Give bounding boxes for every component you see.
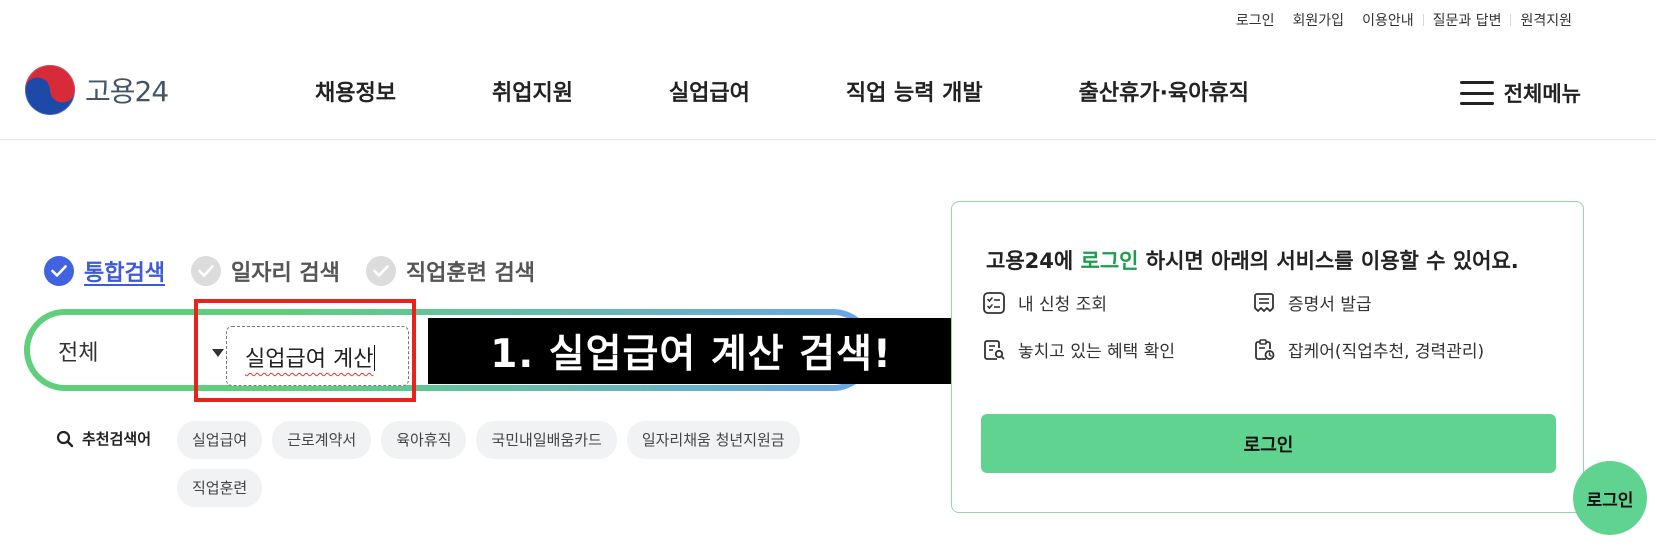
search-input[interactable]: 실업급여 계산	[226, 326, 409, 386]
site-header: 고용24 채용정보 취업지원 실업급여 직업 능력 개발 출산휴가·육아휴직 전…	[0, 40, 1656, 140]
keyword-chip[interactable]: 일자리채움 청년지원금	[626, 421, 800, 459]
scope-training-search[interactable]: 직업훈련 검색	[365, 255, 535, 287]
service-my-applications[interactable]: 내 신청 조회	[982, 290, 1107, 315]
certificate-icon	[1254, 292, 1274, 312]
annotation-banner: 1. 실업급여 계산 검색!	[428, 318, 954, 384]
site-logo[interactable]: 고용24	[25, 65, 169, 115]
logo-text: 고용24	[85, 75, 169, 108]
util-guide-link[interactable]: 이용안내	[1353, 10, 1423, 30]
clipboard-clock-icon	[1255, 338, 1275, 360]
scope-label: 직업훈련 검색	[405, 261, 535, 286]
service-label: 놓치고 있는 혜택 확인	[1018, 342, 1175, 362]
taegeuk-logo-icon	[25, 65, 75, 115]
service-label: 증명서 발급	[1288, 295, 1372, 315]
keyword-chip[interactable]: 직업훈련	[177, 469, 263, 507]
util-remote-support-link[interactable]: 원격지원	[1511, 10, 1581, 30]
search-scope-tabs: 통합검색 일자리 검색 직업훈련 검색	[44, 255, 561, 287]
scope-label: 일자리 검색	[230, 261, 340, 286]
check-circle-icon	[365, 256, 396, 286]
all-menu-label: 전체메뉴	[1503, 82, 1581, 106]
keyword-chip[interactable]: 육아휴직	[381, 421, 467, 459]
login-link[interactable]: 로그인	[1081, 249, 1139, 273]
caret-down-icon	[212, 349, 224, 357]
util-login-link[interactable]: 로그인	[1227, 10, 1284, 30]
document-search-icon	[984, 339, 1005, 360]
nav-employment-support[interactable]: 취업지원	[492, 75, 573, 107]
util-signup-link[interactable]: 회원가입	[1284, 10, 1354, 30]
service-jobcare[interactable]: 잡케어(직업추천, 경력관리)	[1252, 337, 1484, 362]
all-menu-button[interactable]: 전체메뉴	[1459, 78, 1581, 108]
nav-parental-leave[interactable]: 출산휴가·육아휴직	[1079, 75, 1249, 107]
nav-job-info[interactable]: 채용정보	[315, 75, 396, 107]
login-panel-title: 고용24에 로그인 하시면 아래의 서비스를 이용할 수 있어요.	[986, 249, 1519, 273]
service-certificate-issue[interactable]: 증명서 발급	[1252, 290, 1372, 315]
scope-label: 통합검색	[84, 261, 165, 286]
search-scope-select[interactable]: 전체	[58, 331, 224, 371]
check-circle-icon	[190, 256, 221, 286]
scope-integrated-search[interactable]: 통합검색	[44, 255, 165, 287]
checklist-icon	[983, 291, 1005, 314]
keyword-chip[interactable]: 실업급여	[177, 421, 263, 459]
utility-nav: 로그인 회원가입 이용안내 질문과 답변 원격지원	[1227, 10, 1581, 30]
nav-skill-development[interactable]: 직업 능력 개발	[846, 75, 983, 107]
service-label: 잡케어(직업추천, 경력관리)	[1288, 342, 1485, 362]
login-panel: 고용24에 로그인 하시면 아래의 서비스를 이용할 수 있어요. 내 신청 조…	[951, 201, 1584, 513]
floating-login-button[interactable]: 로그인	[1573, 461, 1647, 535]
util-qna-link[interactable]: 질문과 답변	[1424, 10, 1511, 30]
keyword-chip[interactable]: 국민내일배움카드	[476, 421, 617, 459]
recommended-keywords-label: 추천검색어	[56, 428, 151, 449]
recommended-keyword-list: 실업급여 근로계약서 육아휴직 국민내일배움카드 일자리채움 청년지원금 직업훈…	[177, 421, 857, 517]
scope-job-search[interactable]: 일자리 검색	[190, 255, 340, 287]
check-circle-icon	[44, 256, 74, 286]
search-icon	[56, 430, 74, 447]
text-cursor	[374, 345, 376, 371]
keyword-chip[interactable]: 근로계약서	[272, 421, 372, 459]
login-button[interactable]: 로그인	[981, 414, 1556, 473]
service-missed-benefits[interactable]: 놓치고 있는 혜택 확인	[982, 337, 1175, 362]
service-label: 내 신청 조회	[1018, 295, 1108, 315]
hamburger-icon	[1459, 81, 1494, 105]
nav-unemployment-benefits[interactable]: 실업급여	[669, 75, 750, 107]
main-nav: 채용정보 취업지원 실업급여 직업 능력 개발 출산휴가·육아휴직	[315, 75, 1345, 107]
scope-select-value: 전체	[58, 341, 99, 366]
search-input-value: 실업급여 계산	[245, 347, 374, 372]
